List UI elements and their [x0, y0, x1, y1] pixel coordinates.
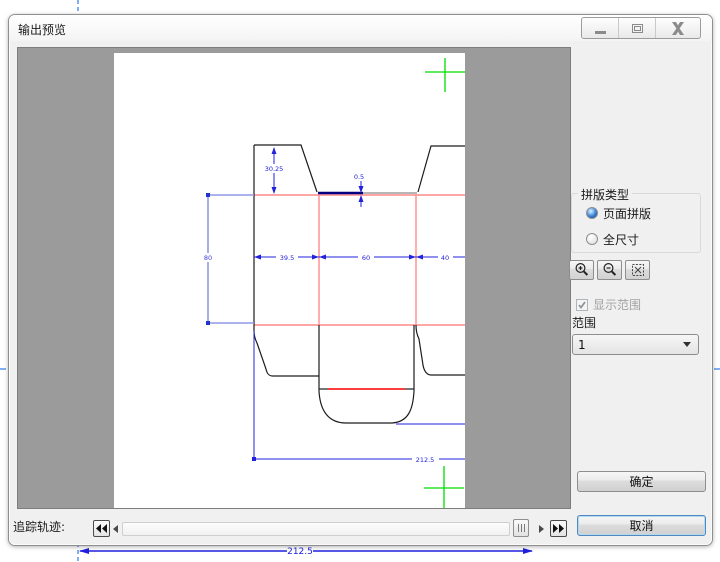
close-icon	[671, 22, 685, 35]
zoom-toolbar	[569, 260, 650, 280]
tracker-track[interactable]	[122, 522, 510, 536]
dieline-preview: 80 30.25 0.5	[18, 48, 570, 508]
page-sheet	[114, 53, 465, 508]
zoom-in-icon	[574, 262, 590, 278]
seek-first-button[interactable]	[93, 520, 110, 537]
double-left-arrow-icon	[96, 524, 107, 533]
zoom-fit-button[interactable]	[625, 260, 650, 280]
zoom-in-button[interactable]	[569, 260, 594, 280]
titlebar[interactable]: 输出预览	[9, 15, 712, 41]
range-dropdown[interactable]: 1	[572, 334, 699, 355]
svg-text:40: 40	[441, 254, 449, 262]
chevron-down-icon	[683, 342, 691, 347]
svg-text:212.5: 212.5	[416, 456, 435, 464]
maximize-icon	[632, 24, 643, 33]
radio-full-size[interactable]: 全尺寸	[586, 232, 639, 246]
background-dimension-label: 212.5	[287, 547, 313, 557]
ok-button[interactable]: 确定	[577, 471, 706, 492]
step-right-arrow-icon[interactable]	[539, 525, 544, 533]
range-label: 范围	[572, 314, 596, 331]
zoom-out-button[interactable]	[597, 260, 622, 280]
close-button[interactable]	[655, 18, 700, 38]
svg-text:30.25: 30.25	[265, 165, 284, 173]
output-preview-dialog: 输出预览	[8, 14, 713, 546]
range-dropdown-value: 1	[578, 338, 683, 352]
tracker-label: 追踪轨迹:	[13, 518, 65, 535]
svg-text:60: 60	[362, 254, 370, 262]
show-range-checkbox-row: 显示范围	[576, 296, 641, 313]
minimize-button[interactable]	[582, 18, 618, 38]
radio-full-size-label: 全尺寸	[603, 231, 639, 248]
window-controls	[581, 17, 701, 39]
show-range-label: 显示范围	[593, 296, 641, 313]
minimize-icon	[595, 31, 606, 34]
radio-selected-icon[interactable]	[586, 207, 598, 219]
checkmark-icon	[577, 300, 587, 310]
tracker-grip-button[interactable]	[513, 519, 529, 537]
zoom-out-icon	[602, 262, 618, 278]
imposition-type-group: 拼版类型 页面拼版 全尺寸	[571, 193, 701, 253]
cancel-button[interactable]: 取消	[577, 515, 706, 536]
step-left-arrow-icon[interactable]	[113, 525, 118, 533]
imposition-group-title: 拼版类型	[578, 186, 632, 203]
preview-canvas[interactable]: 80 30.25 0.5	[17, 47, 571, 509]
zoom-fit-icon	[630, 262, 646, 278]
seek-last-button[interactable]	[550, 520, 567, 537]
maximize-button[interactable]	[618, 18, 655, 38]
show-range-checkbox[interactable]	[576, 299, 588, 311]
radio-page-imposition-label: 页面拼版	[603, 205, 651, 222]
radio-unselected-icon[interactable]	[586, 233, 598, 245]
cad-app-canvas: { "window": { "title": "输出预览" }, "imposi…	[0, 0, 720, 562]
svg-text:39.5: 39.5	[280, 254, 294, 262]
dialog-title: 输出预览	[18, 21, 66, 38]
svg-text:0.5: 0.5	[354, 173, 364, 181]
svg-text:80: 80	[204, 254, 212, 262]
background-dimension-212-5: 212.5	[79, 547, 533, 557]
radio-page-imposition[interactable]: 页面拼版	[586, 206, 651, 220]
double-right-arrow-icon	[553, 524, 564, 533]
